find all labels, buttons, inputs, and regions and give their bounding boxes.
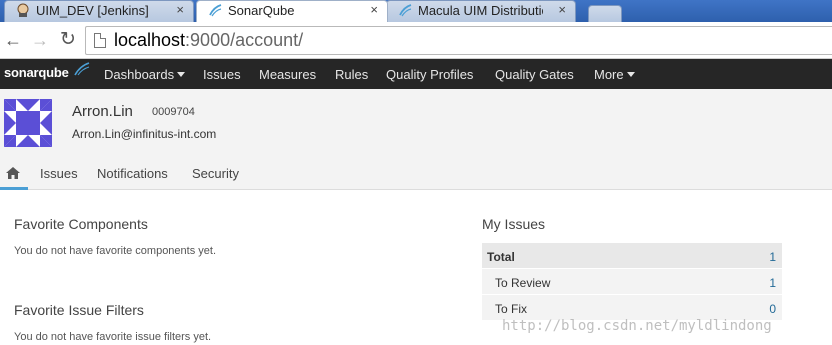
account-header: Arron.Lin 0009704 Arron.Lin@infinitus-in… xyxy=(0,89,832,190)
favorite-components-empty: You do not have favorite components yet. xyxy=(14,245,217,257)
browser-tab-label: SonarQube xyxy=(228,3,295,18)
sonarqube-icon xyxy=(209,4,222,17)
browser-toolbar: ← → ↻ localhost:9000/account/ xyxy=(0,22,832,59)
sonar-waves-icon xyxy=(74,62,90,76)
browser-tab-sonarqube[interactable]: SonarQube × xyxy=(196,0,388,22)
tab-issues[interactable]: Issues xyxy=(40,166,78,181)
home-icon xyxy=(6,167,20,179)
nav-more[interactable]: More xyxy=(594,67,635,82)
user-name: Arron.Lin xyxy=(72,103,133,120)
favorite-filters-title: Favorite Issue Filters xyxy=(14,302,144,318)
close-tab-icon[interactable]: × xyxy=(558,2,566,17)
tab-security[interactable]: Security xyxy=(192,166,239,181)
forward-arrow-icon[interactable]: → xyxy=(31,31,49,49)
close-tab-icon[interactable]: × xyxy=(176,2,184,17)
browser-tab-label: Macula UIM Distribution xyxy=(418,3,543,18)
row-label: Total xyxy=(487,250,515,264)
new-tab-button[interactable] xyxy=(582,0,628,22)
row-label: To Review xyxy=(495,276,551,290)
reload-icon[interactable]: ↻ xyxy=(60,30,76,49)
row-label: To Fix xyxy=(495,302,528,316)
nav-dashboards[interactable]: Dashboards xyxy=(104,67,186,82)
nav-quality-profiles[interactable]: Quality Profiles xyxy=(386,67,473,82)
user-email: Arron.Lin@infinitus-int.com xyxy=(72,127,217,141)
tab-home[interactable] xyxy=(0,159,28,190)
row-count-link[interactable]: 1 xyxy=(769,276,776,290)
nav-measures[interactable]: Measures xyxy=(259,67,316,82)
watermark-text: http://blog.csdn.net/myldlindong xyxy=(502,318,772,334)
nav-quality-gates[interactable]: Quality Gates xyxy=(495,67,574,82)
my-issues-table: Total 1 To Review 1 To Fix 0 xyxy=(482,243,782,321)
nav-rules[interactable]: Rules xyxy=(335,67,368,82)
row-count-link[interactable]: 1 xyxy=(769,250,776,264)
sonarqube-logo[interactable]: sonarqube xyxy=(4,62,90,84)
my-issues-row-to-review: To Review 1 xyxy=(482,269,782,295)
jenkins-icon xyxy=(17,3,29,17)
tab-notifications[interactable]: Notifications xyxy=(97,166,168,181)
sonarqube-icon xyxy=(399,4,412,17)
address-bar[interactable]: localhost:9000/account/ xyxy=(85,26,832,55)
nav-issues[interactable]: Issues xyxy=(203,67,241,82)
page-icon xyxy=(94,33,106,48)
my-issues-row-total: Total 1 xyxy=(482,243,782,269)
avatar xyxy=(4,99,52,147)
url-text[interactable]: localhost:9000/account/ xyxy=(114,30,303,51)
browser-tab-macula[interactable]: Macula UIM Distribution × xyxy=(386,0,576,22)
my-issues-title: My Issues xyxy=(482,216,546,232)
caret-down-icon xyxy=(626,72,635,78)
row-count-link[interactable]: 0 xyxy=(769,302,776,316)
user-id: 0009704 xyxy=(152,106,195,118)
close-tab-icon[interactable]: × xyxy=(370,2,378,17)
back-arrow-icon[interactable]: ← xyxy=(4,31,22,49)
browser-tab-label: UIM_DEV [Jenkins] xyxy=(36,3,149,18)
sonarqube-navbar: sonarqube Dashboards Issues Measures Rul… xyxy=(0,59,832,89)
favorite-filters-empty: You do not have favorite issue filters y… xyxy=(14,331,212,343)
browser-tab-jenkins[interactable]: UIM_DEV [Jenkins] × xyxy=(4,0,194,22)
browser-tab-strip: UIM_DEV [Jenkins] × Macula UIM Distribut… xyxy=(0,0,832,22)
favorite-components-title: Favorite Components xyxy=(14,216,148,232)
caret-down-icon xyxy=(177,72,186,78)
